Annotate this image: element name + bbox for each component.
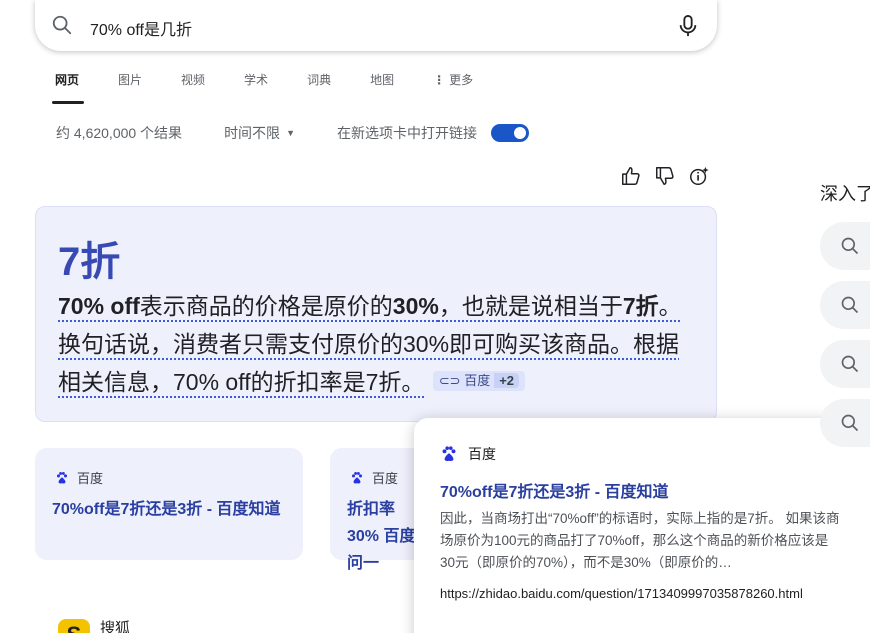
baidu-paw-icon (351, 471, 363, 483)
tab-dictionary[interactable]: 词典 (294, 70, 344, 104)
popup-url[interactable]: https://zhidao.baidu.com/question/171340… (440, 586, 803, 601)
tab-label: 网页 (55, 73, 80, 87)
baidu-paw-icon (442, 446, 456, 462)
tab-label: 词典 (307, 73, 332, 87)
popup-snippet: 因此，当商场打出“70%off”的标语时，实际上指的是7折。 如果该商场原价为1… (440, 511, 840, 570)
new-tab-toggle[interactable] (490, 124, 529, 142)
card-title[interactable]: 折扣率30% 百度问一 (347, 496, 419, 577)
popup-title-link[interactable]: 70%off是7折还是3折 - 百度知道 (440, 478, 668, 502)
tab-images[interactable]: 图片 (105, 70, 155, 104)
answer-text-2: ，也就是说相当于 (438, 293, 623, 319)
time-filter-label: 时间不限 (224, 125, 281, 141)
answer-body: 70% off表示商品的价格是原价的30%，也就是说相当于7折。换句话说，消费者… (58, 287, 698, 401)
search-icon[interactable] (51, 14, 73, 36)
answer-headline: 7折 (58, 240, 121, 284)
answer-bold-1: 70% off (58, 293, 140, 319)
citation-source: 百度 (464, 372, 491, 388)
tab-label: 图片 (118, 73, 143, 87)
tab-videos[interactable]: 视频 (168, 70, 218, 104)
popup-source-name: 百度 (468, 446, 496, 462)
search-icon (841, 237, 859, 255)
new-tab-label: 在新选项卡中打开链接 (336, 125, 477, 141)
related-search-item[interactable] (820, 281, 870, 329)
thumbs-up-icon[interactable] (620, 164, 642, 188)
toggle-knob (513, 127, 526, 139)
card-source-name: 百度 (372, 471, 399, 486)
result-info-row: 约 4,620,000 个结果 时间不限 ▼ 在新选项卡中打开链接 (56, 124, 529, 142)
result-count: 约 4,620,000 个结果 (56, 125, 183, 141)
sohu-logo: S (58, 619, 90, 633)
baidu-paw-icon (56, 471, 68, 483)
answer-text-1: 表示商品的价格是原价的 (139, 293, 393, 319)
answer-bold-3: 7折 (622, 293, 659, 319)
ai-info-icon[interactable] (688, 164, 710, 188)
sidebar-heading: 深入了 (820, 184, 870, 204)
source-preview-popup: 百度 70%off是7折还是3折 - 百度知道 因此，当商场打出“70%off”… (414, 418, 870, 633)
thumbs-down-icon[interactable] (654, 164, 676, 188)
tab-label: 更多 (449, 73, 474, 87)
source-card[interactable]: 百度 70%off是7折还是3折 - 百度知道 (35, 448, 303, 560)
tab-academic[interactable]: 学术 (231, 70, 281, 104)
tab-maps[interactable]: 地图 (357, 70, 407, 104)
tab-label: 学术 (244, 73, 269, 87)
search-icon (841, 355, 859, 373)
citation-more[interactable]: +2 (494, 372, 520, 388)
time-filter-dropdown[interactable]: 时间不限 ▼ (224, 123, 295, 143)
card-source-name: 百度 (77, 471, 104, 486)
tab-label: 地图 (370, 73, 395, 87)
citation-chip[interactable]: ⊂⊃ 百度 +2 (432, 370, 526, 391)
search-input[interactable]: 70% off是几折 (90, 16, 192, 40)
tab-label: 视频 (181, 73, 206, 87)
more-dots-icon: ⋮ (433, 73, 446, 87)
result-source-name[interactable]: 搜狐 (100, 617, 130, 633)
related-search-item[interactable] (820, 340, 870, 388)
card-source: 百度 (350, 468, 398, 487)
related-search-item[interactable] (820, 399, 870, 447)
search-tabs: 网页 图片 视频 学术 词典 地图 ⋮ 更多 (42, 70, 499, 104)
ai-answer-box: 7折 70% off表示商品的价格是原价的30%，也就是说相当于7折。换句话说，… (35, 206, 717, 422)
tab-more[interactable]: ⋮ 更多 (420, 70, 486, 104)
card-source: 百度 (55, 468, 103, 487)
card-title[interactable]: 70%off是7折还是3折 - 百度知道 (52, 496, 292, 523)
answer-bold-2: 30% (392, 293, 439, 319)
related-search-item[interactable] (820, 222, 870, 270)
tab-web[interactable]: 网页 (42, 70, 92, 104)
microphone-icon[interactable] (677, 14, 699, 38)
popup-source: 百度 (440, 444, 496, 464)
search-icon (841, 296, 859, 314)
caret-down-icon: ▼ (286, 128, 295, 138)
search-icon (841, 414, 859, 432)
link-icon: ⊂⊃ (438, 372, 461, 388)
search-bar[interactable]: 70% off是几折 (35, 0, 717, 51)
